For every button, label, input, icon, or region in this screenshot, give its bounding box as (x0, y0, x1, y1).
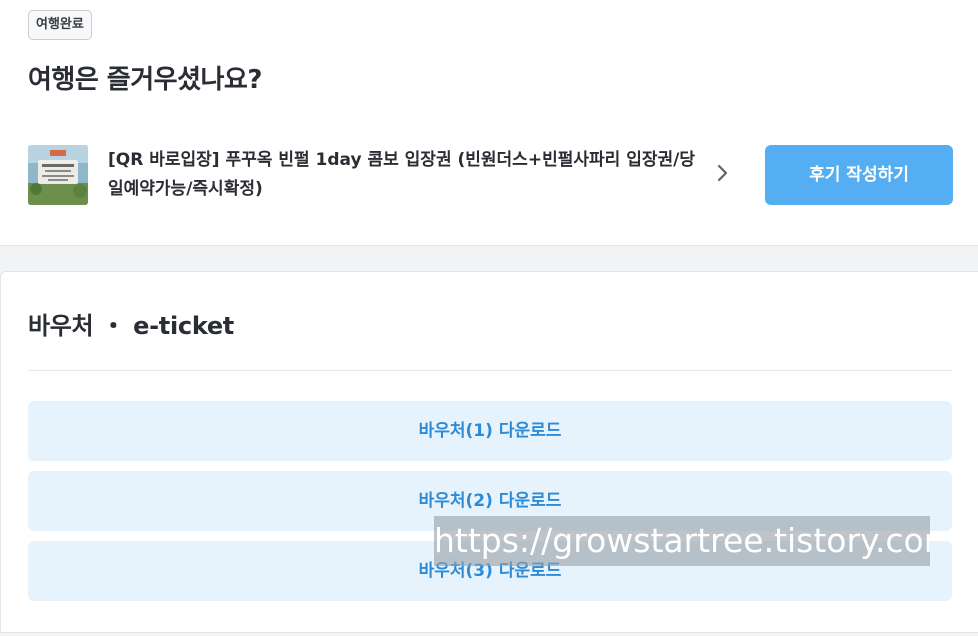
write-review-button[interactable]: 후기 작성하기 (765, 145, 953, 205)
product-thumbnail[interactable] (28, 145, 88, 205)
trip-complete-card (0, 0, 978, 246)
chevron-right-icon[interactable] (712, 163, 732, 183)
product-thumbnail-image (28, 145, 88, 205)
product-row[interactable]: [QR 바로입장] 푸꾸옥 빈펄 1day 콤보 입장권 (빈원더스+빈펄사파리… (28, 145, 953, 207)
voucher-download-button-1[interactable]: 바우처(1) 다운로드 (28, 401, 952, 461)
watermark-overlay: https://growstartree.tistory.com (434, 516, 930, 566)
section-divider (28, 370, 952, 371)
trip-status-badge: 여행완료 (28, 10, 92, 40)
product-title[interactable]: [QR 바로입장] 푸꾸옥 빈펄 1day 콤보 입장권 (빈원더스+빈펄사파리… (108, 146, 708, 204)
page-title: 여행은 즐거우셨나요? (28, 65, 262, 95)
voucher-section-title: 바우처 ・ e-ticket (28, 312, 234, 340)
